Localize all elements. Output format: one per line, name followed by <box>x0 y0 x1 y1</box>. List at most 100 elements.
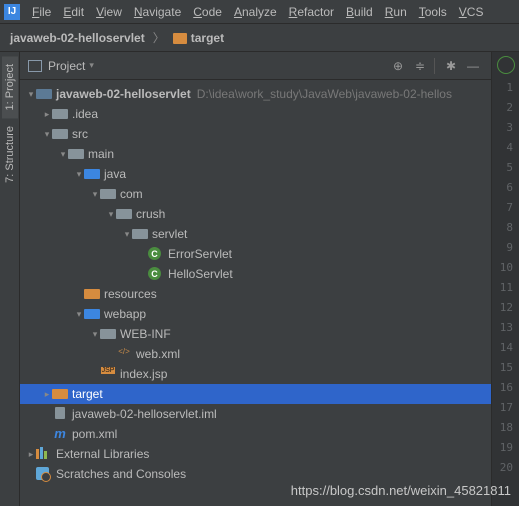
tree-row[interactable]: index.jsp <box>20 364 491 384</box>
breadcrumb-target[interactable]: target <box>173 31 224 45</box>
folder-icon <box>36 87 52 101</box>
panel-header: Project ▾ ⊕ ≑ ✱ — <box>20 52 491 80</box>
tree-label: index.jsp <box>120 367 167 381</box>
chevron-down-icon[interactable]: ▾ <box>26 89 36 100</box>
line-number: 15 <box>492 358 519 378</box>
line-number: 13 <box>492 318 519 338</box>
line-number: 19 <box>492 438 519 458</box>
tree-row[interactable]: ▾com <box>20 184 491 204</box>
line-number: 3 <box>492 118 519 138</box>
settings-button[interactable]: ✱ <box>441 56 461 76</box>
project-tree[interactable]: ▾javaweb-02-helloservletD:\idea\work_stu… <box>20 80 491 506</box>
tree-row[interactable]: ▾ WEB-INF <box>20 324 491 344</box>
tree-label: target <box>72 387 103 401</box>
tree-row[interactable]: ▾main <box>20 144 491 164</box>
line-number: 4 <box>492 138 519 158</box>
line-number: 6 <box>492 178 519 198</box>
tree-row[interactable]: resources <box>20 284 491 304</box>
tree-row[interactable]: ▾servlet <box>20 224 491 244</box>
tree-row[interactable]: ▾crush <box>20 204 491 224</box>
line-number: 12 <box>492 298 519 318</box>
tree-row[interactable]: ▾javaweb-02-helloservletD:\idea\work_stu… <box>20 84 491 104</box>
menu-item-tools[interactable]: Tools <box>413 5 453 19</box>
breadcrumb-project[interactable]: javaweb-02-helloservlet <box>10 31 145 45</box>
dropdown-arrow-icon[interactable]: ▾ <box>89 60 94 71</box>
menu-item-refactor[interactable]: Refactor <box>283 5 340 19</box>
chevron-down-icon[interactable]: ▾ <box>106 209 116 220</box>
tree-label: resources <box>104 287 157 301</box>
chevron-down-icon[interactable]: ▾ <box>42 129 52 140</box>
chevron-down-icon[interactable]: ▾ <box>90 329 100 340</box>
chevron-down-icon[interactable]: ▾ <box>122 229 132 240</box>
menu-item-vcs[interactable]: VCS <box>453 5 490 19</box>
tree-label: pom.xml <box>72 427 117 441</box>
tree-row[interactable]: Scratches and Consoles <box>20 464 491 484</box>
tree-label: WEB-INF <box>120 327 171 341</box>
folder-icon <box>173 33 187 44</box>
line-number: 9 <box>492 238 519 258</box>
tree-row[interactable]: HelloServlet <box>20 264 491 284</box>
folder-icon <box>52 107 68 121</box>
menu-item-run[interactable]: Run <box>379 5 413 19</box>
locate-button[interactable]: ⊕ <box>388 56 408 76</box>
menu-item-analyze[interactable]: Analyze <box>228 5 283 19</box>
menu-item-build[interactable]: Build <box>340 5 379 19</box>
menu-item-file[interactable]: File <box>26 5 57 19</box>
panel-icon <box>28 60 42 72</box>
folder-icon <box>84 287 100 301</box>
tree-row[interactable]: mpom.xml <box>20 424 491 444</box>
tree-label: .idea <box>72 107 98 121</box>
folder-icon <box>84 167 100 181</box>
tree-row[interactable]: ▾java <box>20 164 491 184</box>
chevron-right-icon[interactable]: ▸ <box>42 109 52 120</box>
app-logo: IJ <box>4 4 20 20</box>
tree-label: External Libraries <box>56 447 149 461</box>
tree-label: web.xml <box>136 347 180 361</box>
tree-label: webapp <box>104 307 146 321</box>
menu-item-code[interactable]: Code <box>187 5 228 19</box>
chevron-down-icon[interactable]: ▾ <box>74 169 84 180</box>
chevron-right-icon[interactable]: ▸ <box>26 449 36 460</box>
tree-label: javaweb-02-helloservlet <box>56 87 191 101</box>
tree-row[interactable]: ▸ External Libraries <box>20 444 491 464</box>
sidebar-tab[interactable]: 1: Project <box>2 56 18 118</box>
hide-button[interactable]: — <box>463 56 483 76</box>
folder-icon <box>84 307 100 321</box>
chevron-down-icon[interactable]: ▾ <box>74 309 84 320</box>
tree-row[interactable]: ▾ webapp <box>20 304 491 324</box>
line-number: 20 <box>492 458 519 478</box>
menu-item-view[interactable]: View <box>90 5 128 19</box>
tree-row[interactable]: javaweb-02-helloservlet.iml <box>20 404 491 424</box>
line-number: 1 <box>492 78 519 98</box>
tree-label: src <box>72 127 88 141</box>
xml-icon <box>116 347 132 361</box>
tool-window-tabs: 1: Project7: Structure <box>0 52 20 506</box>
line-number: 11 <box>492 278 519 298</box>
class-icon <box>148 247 164 261</box>
menu-item-navigate[interactable]: Navigate <box>128 5 187 19</box>
folder-icon <box>132 227 148 241</box>
expand-button[interactable]: ≑ <box>410 56 430 76</box>
line-number: 18 <box>492 418 519 438</box>
tree-row[interactable]: ▸ .idea <box>20 104 491 124</box>
tree-row[interactable]: ErrorServlet <box>20 244 491 264</box>
tree-row[interactable]: web.xml <box>20 344 491 364</box>
line-number: 10 <box>492 258 519 278</box>
tree-row[interactable]: ▸ target <box>20 384 491 404</box>
library-icon <box>36 447 52 461</box>
tree-label: Scratches and Consoles <box>56 467 186 481</box>
editor-gutter: 1234567891011121314151617181920 <box>491 52 519 506</box>
run-gutter-icon[interactable] <box>497 56 515 74</box>
tree-row[interactable]: ▾ src <box>20 124 491 144</box>
line-number: 16 <box>492 378 519 398</box>
menu-bar: IJ FileEditViewNavigateCodeAnalyzeRefact… <box>0 0 519 24</box>
chevron-right-icon[interactable]: ▸ <box>42 389 52 400</box>
tree-label: HelloServlet <box>168 267 233 281</box>
breadcrumb: javaweb-02-helloservlet 〉 target <box>0 24 519 52</box>
line-number: 2 <box>492 98 519 118</box>
chevron-down-icon[interactable]: ▾ <box>58 149 68 160</box>
sidebar-tab[interactable]: 7: Structure <box>2 118 18 191</box>
menu-item-edit[interactable]: Edit <box>57 5 90 19</box>
chevron-down-icon[interactable]: ▾ <box>90 189 100 200</box>
panel-title[interactable]: Project <box>48 59 85 73</box>
